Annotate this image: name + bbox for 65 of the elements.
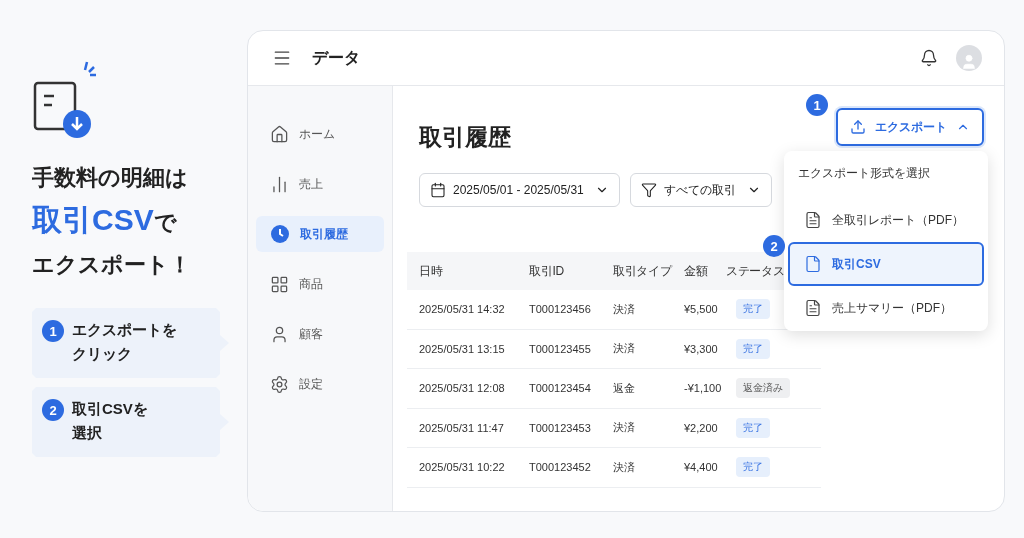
table-cell-text: T000123455: [529, 342, 592, 355]
table-cell-text: ¥4,400: [684, 461, 719, 474]
table-cell-text: 決済: [613, 301, 636, 317]
step-number: 2: [42, 399, 64, 421]
page-title: 取引履歴: [419, 123, 511, 152]
sidebar-item[interactable]: 取引履歴: [256, 216, 384, 252]
upload-icon: [850, 119, 866, 135]
table-cell-text: 決済: [613, 459, 636, 475]
menu-item[interactable]: 売上サマリー（PDF）: [788, 286, 984, 330]
column-header: ステータス: [726, 262, 785, 280]
table-cell-text: 決済: [613, 341, 636, 357]
filter-icon: [640, 182, 657, 198]
table-cell-text: T000123454: [529, 382, 592, 395]
step-number: 2: [763, 235, 785, 257]
table-cell-text: T000123453: [529, 421, 592, 434]
export-button[interactable]: エクスポート: [836, 108, 984, 146]
status-badge: 返金済み: [736, 378, 790, 399]
table-cell-text: 返金: [613, 380, 636, 396]
home-icon: [270, 124, 289, 144]
bar-chart-icon: [270, 174, 289, 194]
headline: 手数料の明細は 取引CSVで エクスポート！: [32, 164, 192, 279]
table-cell-text: 2025/05/31 14:32: [419, 303, 506, 316]
step-number: 1: [806, 94, 828, 116]
sidebar-item[interactable]: ホーム: [256, 116, 384, 152]
date-range-dropdown[interactable]: 2025/05/01 - 2025/05/31: [419, 173, 620, 207]
menu-item[interactable]: 全取引レポート（PDF）: [788, 198, 984, 242]
status-badge: 完了: [736, 417, 770, 438]
sidebar-item[interactable]: 売上: [256, 166, 384, 202]
table-cell-text: 決済: [613, 420, 636, 436]
menu-title: エクスポート形式を選択: [797, 165, 931, 182]
table-cell-text: ¥3,300: [684, 342, 719, 355]
file-icon: [804, 255, 822, 273]
sidebar-item[interactable]: 顧客: [256, 316, 384, 352]
column-header: 取引タイプ: [613, 262, 672, 280]
calendar-icon: [430, 182, 446, 198]
table-cell-text: ¥5,500: [684, 303, 719, 316]
table-cell-text: T000123456: [529, 303, 592, 316]
table-cell-text: 2025/05/31 12:08: [419, 382, 506, 395]
table-cell-text: T000123452: [529, 461, 592, 474]
menu-item[interactable]: 取引CSV: [788, 242, 984, 286]
column-header: 日時: [419, 262, 443, 280]
filter-dropdown[interactable]: すべての取引: [629, 173, 772, 207]
document-icon: [804, 299, 822, 317]
grid-icon: [270, 274, 289, 294]
clock-icon: [270, 224, 290, 244]
status-badge: 完了: [736, 299, 770, 320]
column-header: 金額: [684, 262, 708, 280]
step-text: エクスポートを クリック: [72, 320, 177, 364]
sidebar-item[interactable]: 設定: [256, 366, 384, 402]
bell-icon[interactable]: [920, 49, 938, 67]
column-header: 取引ID: [529, 262, 564, 280]
table-cell-text: -¥1,100: [684, 382, 723, 395]
app-title: データ: [312, 47, 361, 68]
table-cell-text: 2025/05/31 11:47: [419, 421, 505, 434]
status-badge: 完了: [736, 457, 770, 478]
sidebar-item[interactable]: 商品: [256, 266, 384, 302]
user-icon: [270, 324, 289, 344]
settings-icon: [270, 374, 289, 394]
table-cell-text: 2025/05/31 10:22: [419, 461, 506, 474]
document-icon: [804, 211, 822, 229]
step-text: 取引CSVを 選択: [72, 399, 148, 443]
table-cell-text: 2025/05/31 13:15: [419, 342, 506, 355]
step-number: 1: [42, 320, 64, 342]
table-cell-text: ¥2,200: [684, 421, 719, 434]
status-badge: 完了: [736, 338, 770, 359]
